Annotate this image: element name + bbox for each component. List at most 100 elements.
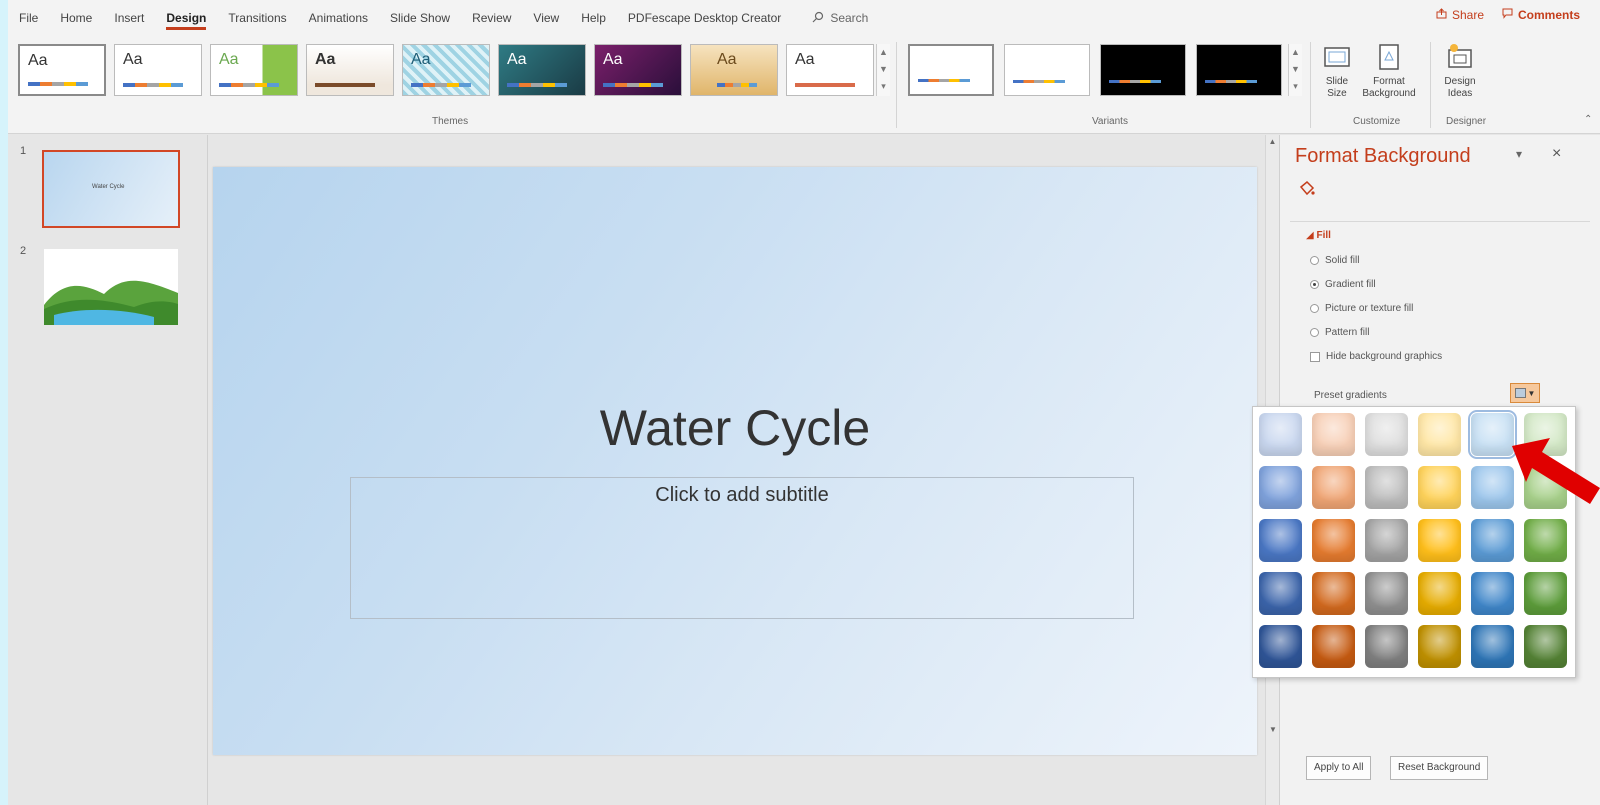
gradient-preset-green-5[interactable] [1524,625,1567,668]
chevron-down-icon: ▼ [1527,388,1536,398]
tab-slide-show[interactable]: Slide Show [379,0,461,36]
themes-gallery-scroll[interactable]: ▲ ▼ ▾ [876,44,890,96]
format-background-button[interactable]: Format Background [1358,42,1420,100]
gradient-preset-gray-4[interactable] [1365,572,1408,615]
tab-help[interactable]: Help [570,0,617,36]
theme-3[interactable]: Aa [210,44,298,96]
theme-9[interactable]: Aa [786,44,874,96]
gradient-preset-orange-4[interactable] [1312,572,1355,615]
gradient-preset-blue-5[interactable] [1259,625,1302,668]
pattern-fill-radio[interactable] [1310,328,1319,337]
gradient-preset-gold-3[interactable] [1418,519,1461,562]
theme-6[interactable]: Aa [498,44,586,96]
scroll-up-icon[interactable]: ▲ [1266,137,1279,146]
collapse-ribbon-icon[interactable]: ⌃ [1584,114,1592,125]
gradient-preset-light-blue-1[interactable] [1468,410,1517,459]
close-icon[interactable]: × [1552,145,1561,163]
comments-button[interactable]: Comments [1502,8,1580,22]
gradient-preset-gray-5[interactable] [1365,625,1408,668]
menu-bar: File Home Insert Design Transitions Anim… [8,0,1600,36]
tab-home[interactable]: Home [49,0,103,36]
tab-design[interactable]: Design [155,0,217,36]
subtitle-placeholder-box[interactable]: Click to add subtitle [350,477,1134,619]
gradient-preset-gold-5[interactable] [1418,625,1461,668]
variant-1[interactable] [908,44,994,96]
gradient-preset-light-blue-4[interactable] [1471,572,1514,615]
gradient-preset-gray-2[interactable] [1365,466,1408,509]
tab-insert[interactable]: Insert [103,0,155,36]
format-background-label: Format [1373,76,1405,87]
slide-size-button[interactable]: Slide Size [1320,42,1354,100]
gradient-preset-light-blue-5[interactable] [1471,625,1514,668]
gradient-preset-orange-2[interactable] [1312,466,1355,509]
gradient-preset-gray-3[interactable] [1365,519,1408,562]
tab-animations[interactable]: Animations [298,0,379,36]
preset-gradients-dropdown[interactable]: ▼ [1510,383,1540,403]
gradient-fill-label: Gradient fill [1325,279,1376,290]
variants-gallery-scroll[interactable]: ▲ ▼ ▾ [1288,44,1302,96]
gradient-preset-orange-1[interactable] [1312,413,1355,456]
search-icon [812,11,824,26]
pattern-fill-option[interactable]: Pattern fill [1310,327,1369,338]
gradient-preset-orange-3[interactable] [1312,519,1355,562]
slide-thumbnail-2[interactable] [44,249,178,325]
theme-2[interactable]: Aa [114,44,202,96]
gradient-preset-light-blue-3[interactable] [1471,519,1514,562]
gradient-preset-gold-1[interactable] [1418,413,1461,456]
gradient-preset-blue-2[interactable] [1259,466,1302,509]
gradient-preset-gray-1[interactable] [1365,413,1408,456]
theme-office[interactable]: Aa [18,44,106,96]
gradient-preset-blue-4[interactable] [1259,572,1302,615]
variant-4[interactable] [1196,44,1282,96]
slide-thumbnail-1[interactable]: Water Cycle [42,150,180,228]
slide-title[interactable]: Water Cycle [213,399,1257,457]
theme-7[interactable]: Aa [594,44,682,96]
slide-size-label-2: Size [1327,88,1347,99]
apply-to-all-button[interactable]: Apply to All [1306,756,1372,780]
gradient-fill-option[interactable]: Gradient fill [1310,279,1376,290]
variant-2[interactable] [1004,44,1090,96]
tab-file[interactable]: File [8,0,49,36]
scroll-down-icon[interactable]: ▼ [1266,725,1280,734]
customize-group-label: Customize [1353,116,1401,127]
designer-group-label: Designer [1446,116,1487,127]
pane-divider [1290,221,1590,222]
tab-pdfescape[interactable]: PDFescape Desktop Creator [617,0,792,36]
gradient-preset-blue-3[interactable] [1259,519,1302,562]
hide-background-graphics-option[interactable]: Hide background graphics [1310,351,1442,362]
theme-4[interactable]: Aa [306,44,394,96]
solid-fill-option[interactable]: Solid fill [1310,255,1359,266]
fill-section-header[interactable]: ◢ Fill [1306,230,1331,241]
reset-background-button[interactable]: Reset Background [1390,756,1489,780]
design-ideas-button[interactable]: Design Ideas [1440,42,1480,100]
gradient-preset-gold-2[interactable] [1418,466,1461,509]
theme-5[interactable]: Aa [402,44,490,96]
tab-transitions[interactable]: Transitions [217,0,297,36]
pane-options-icon[interactable]: ▾ [1516,147,1522,161]
variant-3[interactable] [1100,44,1186,96]
tab-review[interactable]: Review [461,0,522,36]
hide-background-graphics-checkbox[interactable] [1310,351,1320,362]
gradient-preset-gold-4[interactable] [1418,572,1461,615]
gradient-fill-radio[interactable] [1310,280,1319,289]
theme-color-stripe [219,83,279,87]
picture-fill-radio[interactable] [1310,304,1319,313]
picture-fill-option[interactable]: Picture or texture fill [1310,303,1413,314]
share-button[interactable]: Share [1436,8,1484,22]
thumbnail-title: Water Cycle [92,184,125,190]
theme-8[interactable]: Aa [690,44,778,96]
gradient-preset-green-4[interactable] [1524,572,1567,615]
comments-label: Comments [1517,8,1580,22]
search-box[interactable]: Search [812,11,868,26]
gradient-preset-orange-5[interactable] [1312,625,1355,668]
theme-color-stripe [123,83,183,87]
gradient-preset-light-blue-2[interactable] [1471,466,1514,509]
gradient-preset-green-3[interactable] [1524,519,1567,562]
slide-canvas[interactable]: Water Cycle Click to add subtitle [213,167,1257,755]
gradient-preset-blue-1[interactable] [1259,413,1302,456]
theme-label: Aa [219,51,239,68]
paint-bucket-icon[interactable] [1298,179,1316,202]
solid-fill-radio[interactable] [1310,256,1319,265]
theme-label: Aa [507,51,527,68]
tab-view[interactable]: View [522,0,570,36]
